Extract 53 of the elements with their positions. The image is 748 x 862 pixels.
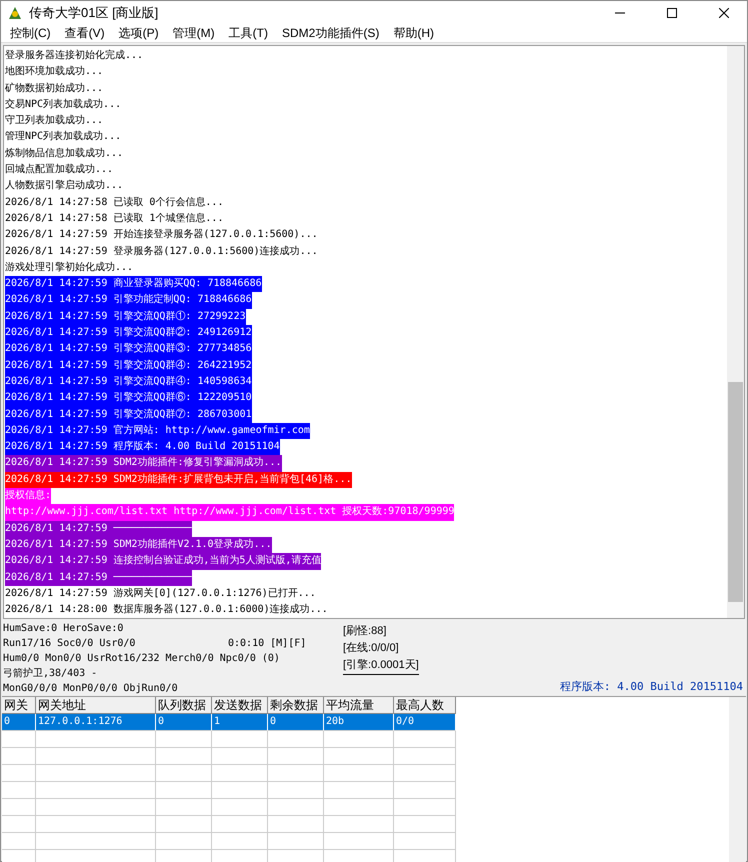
maximize-icon bbox=[667, 8, 677, 18]
app-icon bbox=[7, 5, 23, 21]
column-header[interactable]: 网关 bbox=[2, 697, 36, 714]
table-cell: 20b bbox=[324, 714, 394, 732]
status-counter: [在线:0/0/0] bbox=[343, 641, 399, 656]
log-line: 2026/8/1 14:27:59 游戏网关[0](127.0.0.1:1276)已打开... bbox=[5, 586, 316, 601]
status-text: 弓箭护卫,38/403 - bbox=[3, 666, 98, 682]
status-text: MonG0/0/0 MonP0/0/0 ObjRun0/0 bbox=[3, 682, 179, 696]
table-cell: 0 bbox=[156, 714, 212, 732]
log-line: 管理NPC列表加载成功... bbox=[5, 130, 122, 144]
log-line: 回城点配置加载成功... bbox=[5, 162, 114, 178]
table-cell: 127.0.0.1:1276 bbox=[36, 714, 156, 732]
log-line: 守卫列表加载成功... bbox=[5, 114, 104, 128]
version-text: 程序版本: 4.00 Build 20151104 bbox=[560, 679, 743, 694]
menu-item[interactable]: 查看(V) bbox=[58, 25, 112, 42]
log-line: 游戏处理引擎初始化成功... bbox=[5, 260, 134, 275]
log-line: 矿物数据初始成功... bbox=[5, 82, 104, 96]
log-line: 登录服务器连接初始化完成... bbox=[5, 48, 144, 63]
menu-item[interactable]: 工具(T) bbox=[222, 25, 275, 42]
table-cell: 0 bbox=[2, 714, 36, 732]
column-header[interactable]: 发送数据 bbox=[212, 697, 268, 714]
log-line: 2026/8/1 14:28:00 数据库服务器(127.0.0.1:6000)连接成功... bbox=[5, 602, 328, 618]
column-header[interactable]: 剩余数据 bbox=[268, 697, 324, 714]
status-text: Hum0/0 Mon0/0 UsrRot16/232 Merch0/0 Npc0/0 (0) bbox=[3, 652, 281, 666]
status-counter: [引擎:0.0001天] bbox=[343, 657, 419, 676]
table-cell: 1 bbox=[212, 714, 268, 732]
table-cell: 0/0 bbox=[394, 714, 456, 732]
log-line: 2026/8/1 14:27:58 已读取 1个城堡信息... bbox=[5, 212, 224, 226]
status-text: Run17/16 Soc0/0 Usr0/0 bbox=[3, 637, 136, 652]
status-text: HumSave:0 HeroSave:0 bbox=[3, 622, 124, 636]
log-line: 人物数据引擎启动成功... bbox=[5, 178, 124, 194]
column-header[interactable]: 网关地址 bbox=[36, 697, 156, 714]
log-line: 2026/8/1 14:27:59 开始连接登录服务器(127.0.0.1:5600)... bbox=[5, 228, 318, 242]
log-line: 2026/8/1 14:27:58 已读取 0个行会信息... bbox=[5, 196, 224, 210]
log-line: 2026/8/1 14:27:59 登录服务器(127.0.0.1:5600)连接成功... bbox=[5, 244, 318, 259]
menu-item[interactable]: 控制(C) bbox=[3, 25, 58, 42]
menu-item[interactable]: 管理(M) bbox=[166, 25, 222, 42]
scrollbar[interactable] bbox=[727, 46, 744, 618]
menu-item[interactable]: 帮助(H) bbox=[386, 25, 442, 42]
menu-item[interactable]: 选项(P) bbox=[112, 25, 166, 42]
status-counter: [刷怪:88] bbox=[343, 624, 386, 640]
table-cell: 0 bbox=[268, 714, 324, 732]
log-line: 交易NPC列表加载成功... bbox=[5, 98, 122, 112]
close-icon bbox=[719, 8, 729, 18]
timer-text: 0:0:10 [M][F] bbox=[228, 637, 306, 652]
log-line: 炼制物品信息加载成功... bbox=[5, 146, 124, 161]
log-line: 地图环境加载成功... bbox=[5, 64, 104, 80]
column-header[interactable]: 最高人数 bbox=[394, 697, 456, 714]
window-title: 传奇大学01区 [商业版] bbox=[29, 4, 160, 22]
scrollbar[interactable] bbox=[729, 697, 746, 862]
column-header[interactable]: 队列数据 bbox=[156, 697, 212, 714]
menu-item[interactable]: SDM2功能插件(S) bbox=[275, 25, 386, 42]
column-header[interactable]: 平均流量 bbox=[324, 697, 394, 714]
